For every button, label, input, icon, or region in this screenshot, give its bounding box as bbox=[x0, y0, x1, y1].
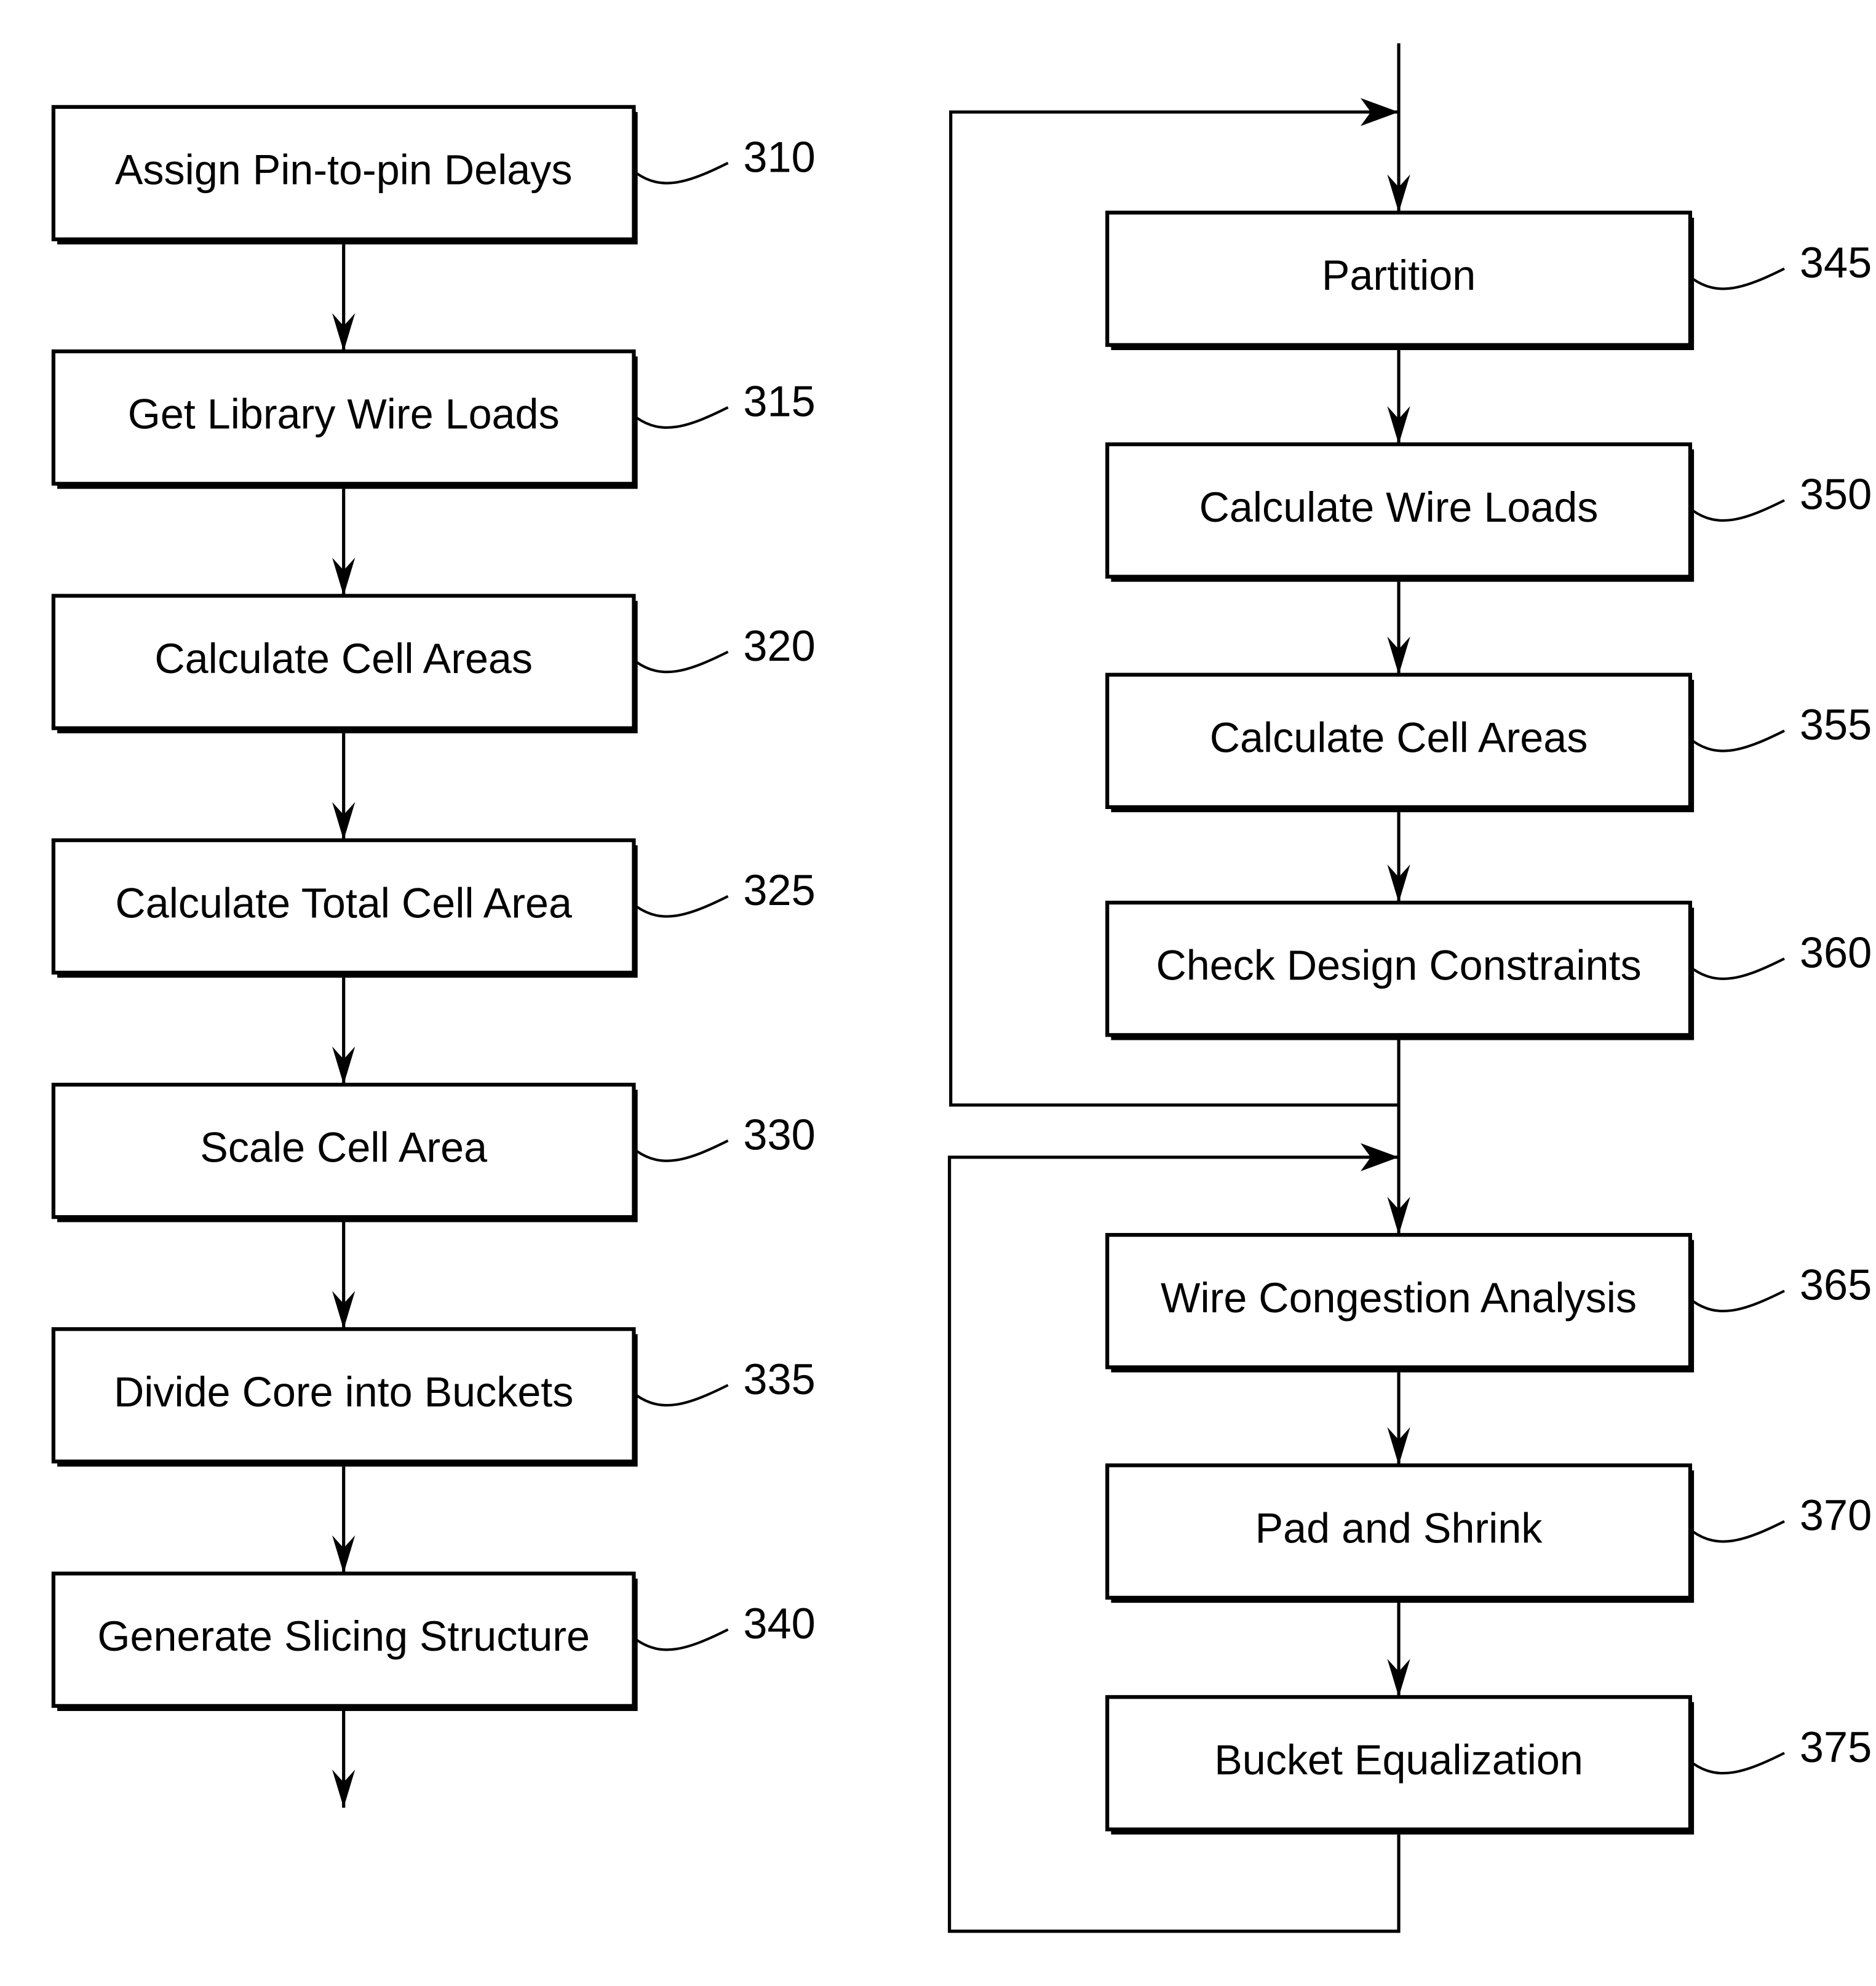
step-360: Check Design Constraints 360 bbox=[1105, 900, 1872, 1040]
step-375: Bucket Equalization 375 bbox=[1105, 1695, 1872, 1835]
reference-leader bbox=[635, 1384, 729, 1407]
reference-number: 345 bbox=[1800, 238, 1872, 287]
step-label: Wire Congestion Analysis bbox=[1161, 1275, 1637, 1322]
reference-number: 335 bbox=[743, 1355, 815, 1403]
reference-leader bbox=[635, 162, 729, 185]
step-label: Calculate Total Cell Area bbox=[115, 880, 572, 927]
step-340: Generate Slicing Structure 340 bbox=[51, 1571, 816, 1712]
step-label: Check Design Constraints bbox=[1156, 943, 1641, 989]
step-label: Partition bbox=[1322, 252, 1476, 299]
reference-leader bbox=[635, 406, 729, 429]
reference-number: 370 bbox=[1800, 1491, 1872, 1539]
flowchart-diagram: Assign Pin-to-pin Delays 310 Get Library W… bbox=[51, 43, 1872, 1933]
reference-number: 365 bbox=[1800, 1261, 1872, 1309]
reference-number: 315 bbox=[743, 377, 815, 426]
step-label: Pad and Shrink bbox=[1255, 1505, 1543, 1552]
step-label: Calculate Wire Loads bbox=[1199, 484, 1599, 531]
reference-leader bbox=[1691, 1520, 1785, 1543]
reference-number: 325 bbox=[743, 866, 815, 914]
reference-leader bbox=[1691, 1290, 1785, 1313]
reference-leader bbox=[1691, 499, 1785, 522]
reference-leader bbox=[1691, 729, 1785, 752]
reference-number: 350 bbox=[1800, 470, 1872, 519]
step-350: Calculate Wire Loads 350 bbox=[1105, 442, 1872, 582]
step-335: Divide Core into Buckets 335 bbox=[51, 1327, 816, 1467]
reference-number: 360 bbox=[1800, 928, 1872, 977]
left-column: Assign Pin-to-pin Delays 310 Get Library W… bbox=[51, 105, 816, 1712]
reference-number: 330 bbox=[743, 1110, 815, 1158]
reference-number: 355 bbox=[1800, 700, 1872, 749]
step-label: Calculate Cell Areas bbox=[154, 636, 533, 682]
reference-number: 340 bbox=[743, 1599, 815, 1648]
reference-leader bbox=[1691, 957, 1785, 980]
step-355: Calculate Cell Areas 355 bbox=[1105, 672, 1872, 813]
step-330: Scale Cell Area 330 bbox=[51, 1082, 816, 1222]
step-315: Get Library Wire Loads 315 bbox=[51, 349, 816, 489]
step-365: Wire Congestion Analysis 365 bbox=[1105, 1233, 1872, 1373]
reference-number: 310 bbox=[743, 132, 815, 181]
reference-leader bbox=[1691, 267, 1785, 290]
reference-leader bbox=[635, 1139, 729, 1162]
step-label: Calculate Cell Areas bbox=[1210, 714, 1588, 761]
step-label: Get Library Wire Loads bbox=[128, 391, 560, 438]
step-320: Calculate Cell Areas 320 bbox=[51, 594, 816, 733]
step-label: Generate Slicing Structure bbox=[97, 1613, 590, 1660]
right-column: Partition 345Calculate Wire Loads 350Calcu… bbox=[1105, 210, 1872, 1835]
step-label: Assign Pin-to-pin Delays bbox=[115, 146, 573, 193]
reference-number: 320 bbox=[743, 621, 815, 670]
step-label: Divide Core into Buckets bbox=[114, 1369, 573, 1416]
step-345: Partition 345 bbox=[1105, 210, 1872, 351]
step-label: Bucket Equalization bbox=[1214, 1737, 1583, 1784]
reference-leader bbox=[635, 1628, 729, 1651]
step-label: Scale Cell Area bbox=[200, 1125, 487, 1171]
step-370: Pad and Shrink 370 bbox=[1105, 1463, 1872, 1603]
reference-number: 375 bbox=[1800, 1723, 1872, 1771]
step-325: Calculate Total Cell Area 325 bbox=[51, 838, 816, 978]
reference-leader bbox=[1691, 1752, 1785, 1775]
step-310: Assign Pin-to-pin Delays 310 bbox=[51, 105, 816, 245]
reference-leader bbox=[635, 895, 729, 918]
reference-leader bbox=[635, 650, 729, 674]
